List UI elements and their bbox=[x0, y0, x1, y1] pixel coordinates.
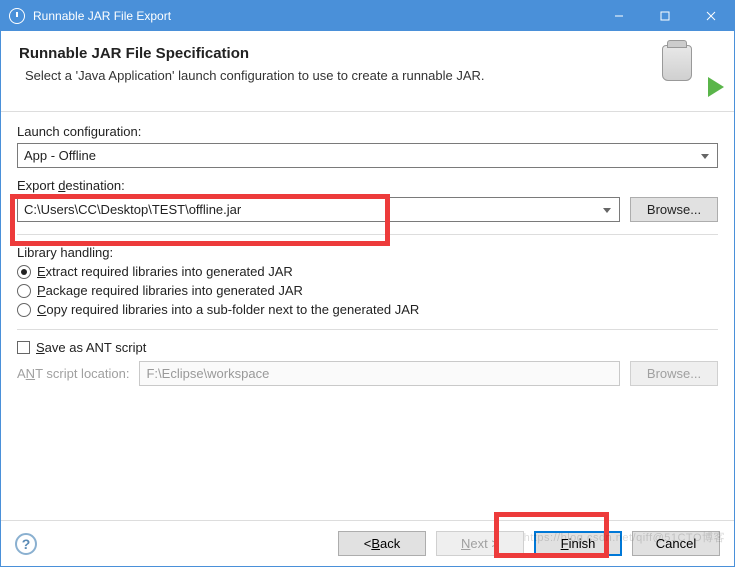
separator bbox=[17, 234, 718, 235]
eclipse-icon bbox=[9, 8, 25, 24]
export-destination-value: C:\Users\CC\Desktop\TEST\offline.jar bbox=[24, 202, 241, 217]
page-title: Runnable JAR File Specification bbox=[19, 45, 656, 62]
watermark: https://blog.csdn.net/qiff@51CTO博客 bbox=[524, 529, 725, 545]
radio-extract[interactable] bbox=[17, 265, 31, 279]
page-description: Select a 'Java Application' launch confi… bbox=[25, 68, 656, 83]
ant-location-label: ANT script location: bbox=[17, 366, 129, 381]
radio-copy-label: Copy required libraries into a sub-folde… bbox=[37, 302, 419, 317]
window-title: Runnable JAR File Export bbox=[33, 9, 596, 23]
save-ant-label: Save as ANT script bbox=[36, 340, 146, 355]
back-button[interactable]: < Back bbox=[338, 531, 426, 556]
export-destination-combo[interactable]: C:\Users\CC\Desktop\TEST\offline.jar bbox=[17, 197, 620, 222]
save-ant-checkbox[interactable] bbox=[17, 341, 30, 354]
help-icon[interactable]: ? bbox=[15, 533, 37, 555]
radio-extract-label: Extract required libraries into generate… bbox=[37, 264, 293, 279]
radio-package-label: Package required libraries into generate… bbox=[37, 283, 303, 298]
close-button[interactable] bbox=[688, 1, 734, 31]
launch-config-label: Launch configuration: bbox=[17, 124, 718, 139]
separator bbox=[17, 329, 718, 330]
browse-export-button[interactable]: Browse... bbox=[630, 197, 718, 222]
launch-config-combo[interactable]: App - Offline bbox=[17, 143, 718, 168]
wizard-header: Runnable JAR File Specification Select a… bbox=[1, 31, 734, 112]
maximize-button[interactable] bbox=[642, 1, 688, 31]
launch-config-value: App - Offline bbox=[24, 148, 96, 163]
library-handling-label: Library handling: bbox=[17, 245, 718, 260]
next-button: Next > bbox=[436, 531, 524, 556]
jar-export-icon bbox=[656, 45, 716, 95]
radio-package[interactable] bbox=[17, 284, 31, 298]
browse-ant-button: Browse... bbox=[630, 361, 718, 386]
radio-copy[interactable] bbox=[17, 303, 31, 317]
titlebar: Runnable JAR File Export bbox=[1, 1, 734, 31]
export-destination-label: Export destination: bbox=[17, 178, 125, 193]
ant-location-input bbox=[139, 361, 620, 386]
minimize-button[interactable] bbox=[596, 1, 642, 31]
